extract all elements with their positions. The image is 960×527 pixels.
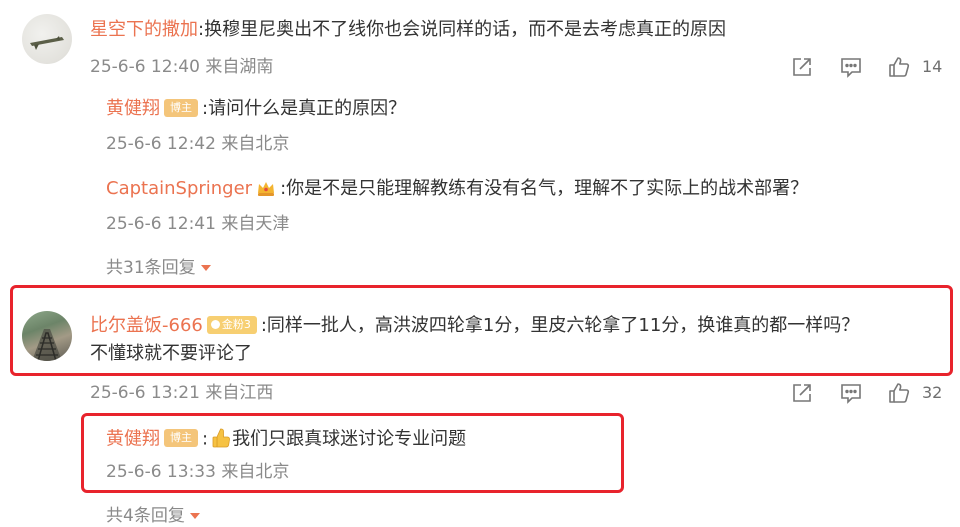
fan-badge-icon: [210, 319, 220, 329]
comment-icon[interactable]: [839, 381, 863, 405]
reply-colon: :: [202, 428, 209, 450]
comment-text: :换穆里尼奥出不了线你也会说同样的话，而不是去考虑真正的原因: [198, 19, 727, 40]
comment-timestamp: 25-6-6 12:40 来自湖南: [90, 57, 274, 77]
avatar[interactable]: [22, 311, 72, 361]
comment-text-line2: 不懂球就不要评论了: [90, 343, 252, 364]
comment-text: :同样一批人，高洪波四轮拿1分，里皮六轮拿了11分，换谁真的都一样吗？: [260, 315, 860, 336]
reply-timestamp: 25-6-6 12:41 来自天津: [106, 214, 290, 234]
comment-timestamp: 25-6-6 13:21 来自江西: [90, 383, 274, 403]
username-link[interactable]: 星空下的撒加: [90, 19, 198, 40]
like-count: 14: [922, 57, 943, 76]
username-link[interactable]: 比尔盖饭-666: [90, 315, 203, 336]
reply-timestamp: 25-6-6 12:42 来自北京: [106, 134, 290, 154]
thumbs-up-emoji-icon: [212, 427, 231, 449]
reply-body: 黄健翔 博主: 我们只跟真球迷讨论专业问题: [106, 427, 466, 452]
like-count: 32: [922, 383, 943, 402]
chevron-down-icon: [200, 265, 211, 271]
avatar[interactable]: [22, 14, 72, 64]
comment-icon[interactable]: [839, 55, 863, 79]
username-link[interactable]: 黄健翔: [106, 429, 160, 450]
comment-1-body: 星空下的撒加:换穆里尼奥出不了线你也会说同样的话，而不是去考虑真正的原因: [90, 18, 726, 42]
reply-text: 我们只跟真球迷讨论专业问题: [232, 428, 467, 450]
author-badge: 博主: [164, 429, 198, 447]
comment-2-line1: 比尔盖饭-666 金粉3 :同样一批人，高洪波四轮拿1分，里皮六轮拿了11分，换谁真…: [90, 314, 859, 338]
chevron-down-icon: [189, 513, 200, 519]
reply-timestamp: 25-6-6 13:33 来自北京: [106, 462, 290, 482]
like-icon[interactable]: [887, 381, 911, 405]
reply-body: 黄健翔 博主:请问什么是真正的原因？: [106, 97, 406, 121]
reply-text: :请问什么是真正的原因？: [202, 98, 407, 119]
crown-icon: [256, 179, 276, 197]
share-icon[interactable]: [790, 381, 814, 405]
fan-badge: 金粉3: [206, 315, 257, 334]
username-link[interactable]: 黄健翔: [106, 98, 160, 119]
username-link[interactable]: CaptainSpringer: [106, 178, 252, 199]
more-replies-label: 共4条回复: [106, 506, 185, 526]
fan-badge-label: 金粉3: [221, 317, 251, 331]
author-badge: 博主: [164, 98, 198, 117]
reply-body: CaptainSpringer :你是不是只能理解教练有没有名气，理解不了实际上的…: [106, 177, 808, 201]
more-replies-link[interactable]: 共31条回复: [106, 257, 211, 279]
like-icon[interactable]: [887, 55, 911, 79]
more-replies-label: 共31条回复: [106, 258, 196, 278]
reply-text: :你是不是只能理解教练有没有名气，理解不了实际上的战术部署？: [280, 178, 809, 199]
share-icon[interactable]: [790, 55, 814, 79]
